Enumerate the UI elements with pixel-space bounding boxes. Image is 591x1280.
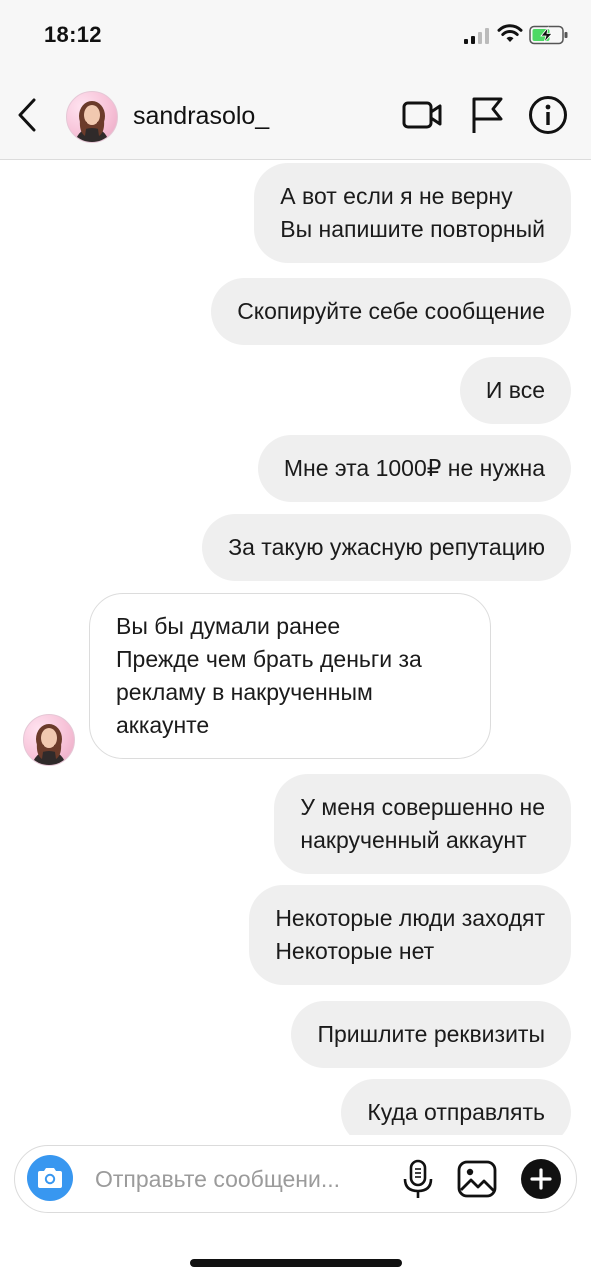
message-bubble-outgoing[interactable]: И все — [459, 357, 571, 424]
flag-icon[interactable] — [467, 94, 509, 136]
status-time: 18:12 — [44, 22, 102, 47]
profile-photo-icon — [75, 101, 109, 142]
home-indicator[interactable] — [190, 1259, 402, 1267]
message-text-line: Некоторые люди заходят — [275, 905, 545, 931]
message-text-line: рекламу в накрученным — [116, 679, 373, 705]
message-bubble-outgoing[interactable]: Скопируйте себе сообщение — [211, 278, 571, 345]
message-text-line: Некоторые нет — [275, 938, 435, 964]
message-bubble-outgoing[interactable]: Некоторые люди заходят Некоторые нет — [249, 885, 571, 985]
chat-header: sandrasolo_ — [0, 72, 591, 160]
cellular-signal-icon — [464, 28, 490, 44]
message-text-line: За такую ужасную репутацию — [228, 534, 545, 560]
message-text-line: Вы бы думали ранее — [116, 613, 341, 639]
message-bubble-outgoing[interactable]: Куда отправлять — [341, 1079, 571, 1135]
microphone-icon[interactable] — [400, 1158, 436, 1200]
avatar[interactable] — [66, 91, 118, 143]
info-icon[interactable] — [527, 94, 569, 136]
gallery-icon[interactable] — [456, 1159, 498, 1199]
message-text-line: А вот если я не верну — [280, 183, 513, 209]
status-bar: 18:12 — [0, 0, 591, 72]
sender-avatar[interactable] — [23, 714, 75, 766]
video-call-icon[interactable] — [401, 94, 443, 136]
message-text-line: Вы напишите повторный — [280, 216, 545, 242]
message-bubble-outgoing[interactable]: А вот если я не верну Вы напишите повтор… — [254, 163, 571, 263]
message-bubble-incoming[interactable]: Вы бы думали ранее Прежде чем брать день… — [89, 593, 491, 759]
message-text-line: Скопируйте себе сообщение — [237, 298, 545, 324]
message-text-line: аккаунте — [116, 712, 210, 738]
message-bubble-outgoing[interactable]: Мне эта 1000₽ не нужна — [257, 435, 571, 502]
message-input[interactable]: Отправьте сообщени... — [95, 1166, 340, 1193]
message-text-line: Прежде чем брать деньги за — [116, 646, 422, 672]
message-text-line: Пришлите реквизиты — [317, 1021, 545, 1047]
battery-charging-icon — [529, 25, 568, 45]
profile-photo-icon — [32, 724, 66, 765]
message-text-line: Куда отправлять — [367, 1099, 545, 1125]
message-thread[interactable]: А вот если я не верну Вы напишите повтор… — [0, 160, 591, 1135]
message-composer[interactable]: Отправьте сообщени... — [14, 1145, 577, 1213]
add-button[interactable] — [521, 1159, 561, 1199]
message-bubble-outgoing[interactable]: У меня совершенно не накрученный аккаунт — [274, 774, 571, 874]
camera-button[interactable] — [27, 1155, 73, 1201]
wifi-icon — [497, 24, 523, 42]
message-bubble-outgoing[interactable]: За такую ужасную репутацию — [202, 514, 571, 581]
plus-icon — [530, 1168, 552, 1190]
back-icon[interactable] — [12, 94, 46, 136]
message-text-line: И все — [485, 377, 545, 403]
message-text-line: накрученный аккаунт — [300, 827, 527, 853]
message-text-line: Мне эта 1000₽ не нужна — [283, 455, 545, 481]
chat-username[interactable]: sandrasolo_ — [133, 102, 269, 131]
message-text-line: У меня совершенно не — [300, 794, 545, 820]
camera-icon — [38, 1168, 62, 1188]
message-bubble-outgoing[interactable]: Пришлите реквизиты — [291, 1001, 571, 1068]
